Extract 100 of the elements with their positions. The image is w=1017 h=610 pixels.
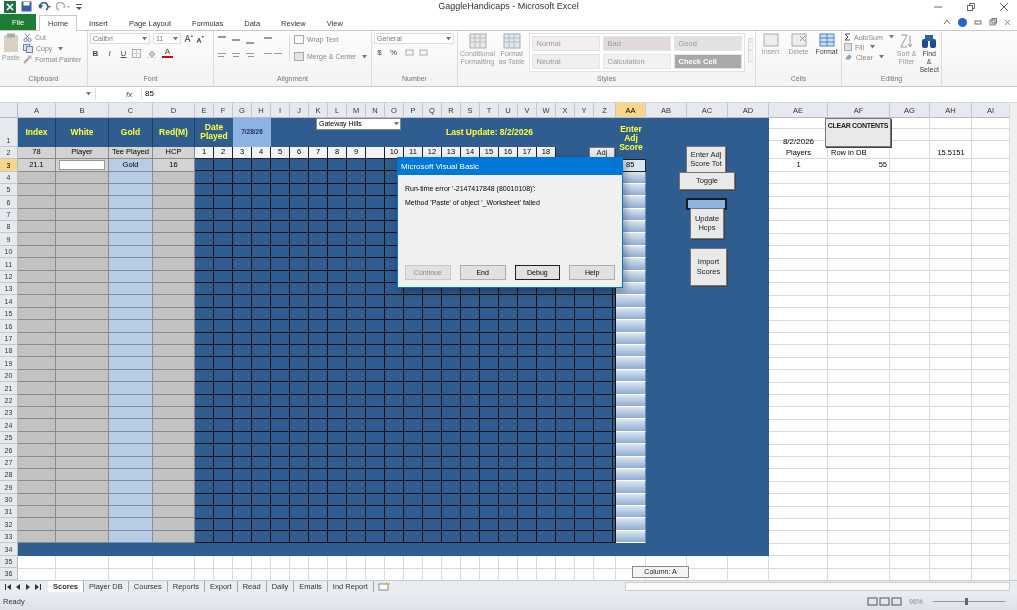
sheet-cell [153, 320, 195, 333]
insert-function-button[interactable]: fx [126, 89, 141, 99]
input-field[interactable] [59, 159, 105, 170]
sheet-cell [153, 233, 195, 246]
sheet-cell [153, 506, 195, 519]
delete-cells-icon [790, 33, 807, 48]
borders-icon[interactable] [132, 48, 144, 58]
table-cell: Index [18, 117, 56, 147]
sheet-cell [56, 481, 109, 494]
sheet-cell [109, 506, 153, 519]
sheet-cell [56, 382, 109, 395]
sheet-cell [616, 357, 646, 370]
sheet-cell [616, 382, 646, 395]
sheet-cell [18, 419, 56, 432]
sheet-cell [109, 283, 153, 296]
caret-icon [362, 54, 368, 59]
sheet-cell [153, 357, 195, 370]
minimize-ribbon-icon[interactable] [943, 18, 951, 26]
sheet-cell [616, 444, 646, 457]
sheet-cell [153, 419, 195, 432]
sheet-cell [153, 295, 195, 308]
caret-icon [173, 36, 178, 41]
sheet-cell [18, 221, 56, 234]
undo-icon[interactable] [37, 1, 51, 12]
currency-button[interactable]: $ [374, 48, 385, 58]
sheet-cell [18, 320, 56, 333]
wrap-text-icon [294, 35, 304, 45]
sheet-cell [56, 357, 109, 370]
sheet-cell [56, 233, 109, 246]
table-icon [468, 33, 487, 50]
sheet-cell [56, 258, 109, 271]
restore-window-icon[interactable] [989, 18, 997, 26]
clipboard-icon [2, 33, 20, 54]
dialog-title: Microsoft Visual Basic [398, 158, 622, 175]
sheet-cell [153, 258, 195, 271]
percent-button[interactable]: % [388, 48, 399, 58]
font-color-button[interactable]: A [162, 48, 173, 59]
table-cell: Red(M) [153, 117, 195, 147]
table-cell-text: Last Update: 8/2/2026 [445, 125, 534, 139]
zoom-slider-thumb[interactable] [965, 597, 969, 605]
sheet-cell [56, 419, 109, 432]
sheet-cell [109, 357, 153, 370]
merge-icon [294, 52, 304, 62]
sheet-cell [18, 444, 56, 457]
brush-icon [23, 55, 32, 65]
caret-icon [446, 36, 451, 41]
caret-icon [58, 46, 64, 51]
caret-icon [888, 35, 894, 40]
sheet-cell [153, 283, 195, 296]
save-icon[interactable] [21, 1, 32, 13]
table-icon [502, 33, 521, 50]
table-cell: Gold [109, 117, 153, 147]
minimize-window-icon[interactable] [974, 18, 982, 26]
italic-button[interactable]: I [104, 48, 115, 58]
close-icon[interactable] [999, 1, 1009, 12]
grow-font-icon[interactable] [184, 34, 193, 44]
view-mode-icons[interactable] [867, 596, 903, 606]
sheet-cell [153, 382, 195, 395]
sheet-cell [18, 506, 56, 519]
sheet-cell [109, 233, 153, 246]
sheet-cell [18, 357, 56, 370]
bold-button[interactable]: B [90, 48, 101, 58]
formula-input[interactable]: 85 [141, 88, 1017, 101]
insert-sheet-icon[interactable] [377, 582, 390, 592]
horizontal-scrollbar[interactable] [625, 582, 1010, 592]
eraser-icon [844, 53, 853, 62]
sheet-cell [56, 320, 109, 333]
underline-button[interactable]: U [118, 48, 129, 58]
sheet-cell [109, 419, 153, 432]
sheet-cell [18, 233, 56, 246]
caret-icon [142, 36, 147, 41]
fill-color-icon[interactable] [147, 48, 159, 58]
table-cell-text: 8/2/2026 [781, 136, 816, 147]
sheet-cell [616, 518, 646, 531]
restore-icon[interactable] [966, 1, 976, 12]
sheet-cell [109, 295, 153, 308]
help-icon[interactable] [958, 17, 967, 27]
vertical-scrollbar[interactable] [1009, 102, 1017, 581]
table-cell: White [56, 117, 109, 147]
copy-icon [23, 44, 33, 54]
sheet-cell [18, 295, 56, 308]
redo-icon[interactable] [56, 1, 70, 12]
caret-icon [394, 121, 399, 126]
sheet-cell [109, 382, 153, 395]
sheet-cell [109, 221, 153, 234]
sheet-cell [18, 196, 56, 209]
insert-cells-icon [762, 33, 779, 48]
sheet-cell [616, 481, 646, 494]
sheet-cell [616, 295, 646, 308]
customize-toolbar-icon[interactable] [75, 2, 83, 11]
sheet-cell [109, 518, 153, 531]
sheet-cell [56, 444, 109, 457]
close-window-icon[interactable] [1004, 18, 1011, 26]
format-cells-icon [818, 33, 835, 48]
sheet-cell [109, 481, 153, 494]
shrink-font-icon[interactable] [196, 34, 204, 43]
caret-icon [86, 92, 91, 97]
sheet-navigation-icon[interactable] [4, 582, 44, 591]
binoculars-icon [921, 33, 938, 50]
sheet-cell [153, 444, 195, 457]
